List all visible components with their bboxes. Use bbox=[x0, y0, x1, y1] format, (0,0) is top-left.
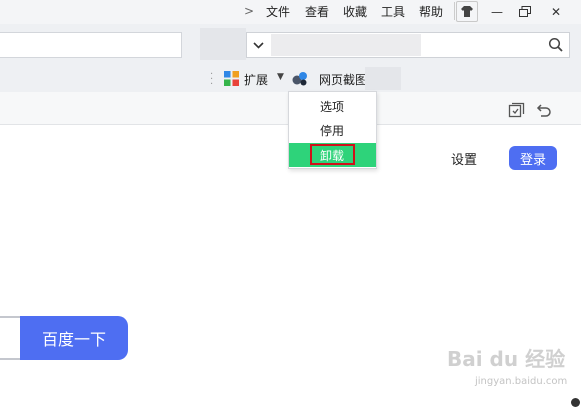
chevron-down-icon[interactable] bbox=[247, 33, 269, 57]
close-button[interactable]: ✕ bbox=[543, 1, 569, 22]
address-bar-row bbox=[0, 24, 581, 66]
menu-item-disable[interactable]: 停用 bbox=[289, 118, 376, 142]
blurred-region bbox=[271, 34, 421, 56]
menu-item-options[interactable]: 选项 bbox=[289, 94, 376, 118]
restore-button[interactable] bbox=[512, 1, 538, 22]
menu-help[interactable]: 帮助 bbox=[419, 3, 443, 20]
watermark-logo: Bai du 经验 bbox=[447, 347, 566, 371]
login-button[interactable]: 登录 bbox=[509, 146, 557, 170]
caret-down-icon[interactable]: ▼ bbox=[277, 72, 284, 82]
chevron-right-icon[interactable]: > bbox=[244, 4, 254, 18]
search-icon[interactable] bbox=[547, 36, 565, 54]
extension-context-menu: 选项 停用 卸载 bbox=[288, 91, 377, 169]
baidu-search-button[interactable]: 百度一下 bbox=[20, 316, 128, 360]
browser-window: > 文件 查看 收藏 工具 帮助 — ✕ · · · 扩展 ▼ 网页截图 设置 … bbox=[0, 0, 581, 407]
blurred-region bbox=[200, 28, 246, 60]
divider bbox=[454, 2, 455, 20]
address-input[interactable] bbox=[0, 32, 182, 58]
tab-restore-icon[interactable] bbox=[508, 102, 525, 119]
baidu-search-input[interactable] bbox=[0, 316, 22, 360]
undo-icon[interactable] bbox=[535, 102, 552, 119]
title-bar: > 文件 查看 收藏 工具 帮助 — ✕ bbox=[0, 0, 581, 24]
extensions-icon[interactable] bbox=[224, 71, 239, 86]
menu-tools[interactable]: 工具 bbox=[381, 3, 405, 20]
toolbar: · · · 扩展 ▼ 网页截图 bbox=[0, 66, 581, 92]
blurred-region bbox=[365, 67, 401, 90]
settings-link[interactable]: 设置 bbox=[451, 149, 477, 168]
menu-favorites[interactable]: 收藏 bbox=[343, 3, 367, 20]
menu-item-uninstall[interactable]: 卸载 bbox=[289, 143, 376, 167]
highlight-box bbox=[310, 144, 355, 165]
search-box[interactable] bbox=[246, 32, 570, 58]
screenshot-label[interactable]: 网页截图 bbox=[319, 71, 367, 88]
skin-icon[interactable] bbox=[456, 1, 478, 22]
minimize-button[interactable]: — bbox=[484, 1, 510, 22]
menu-file[interactable]: 文件 bbox=[266, 3, 290, 20]
extensions-label[interactable]: 扩展 bbox=[244, 71, 268, 88]
menu-view[interactable]: 查看 bbox=[305, 3, 329, 20]
grip-icon: · · · bbox=[210, 69, 214, 90]
scroll-indicator bbox=[571, 398, 580, 407]
watermark-url: jingyan.baidu.com bbox=[475, 376, 568, 387]
screenshot-icon[interactable] bbox=[292, 71, 308, 86]
